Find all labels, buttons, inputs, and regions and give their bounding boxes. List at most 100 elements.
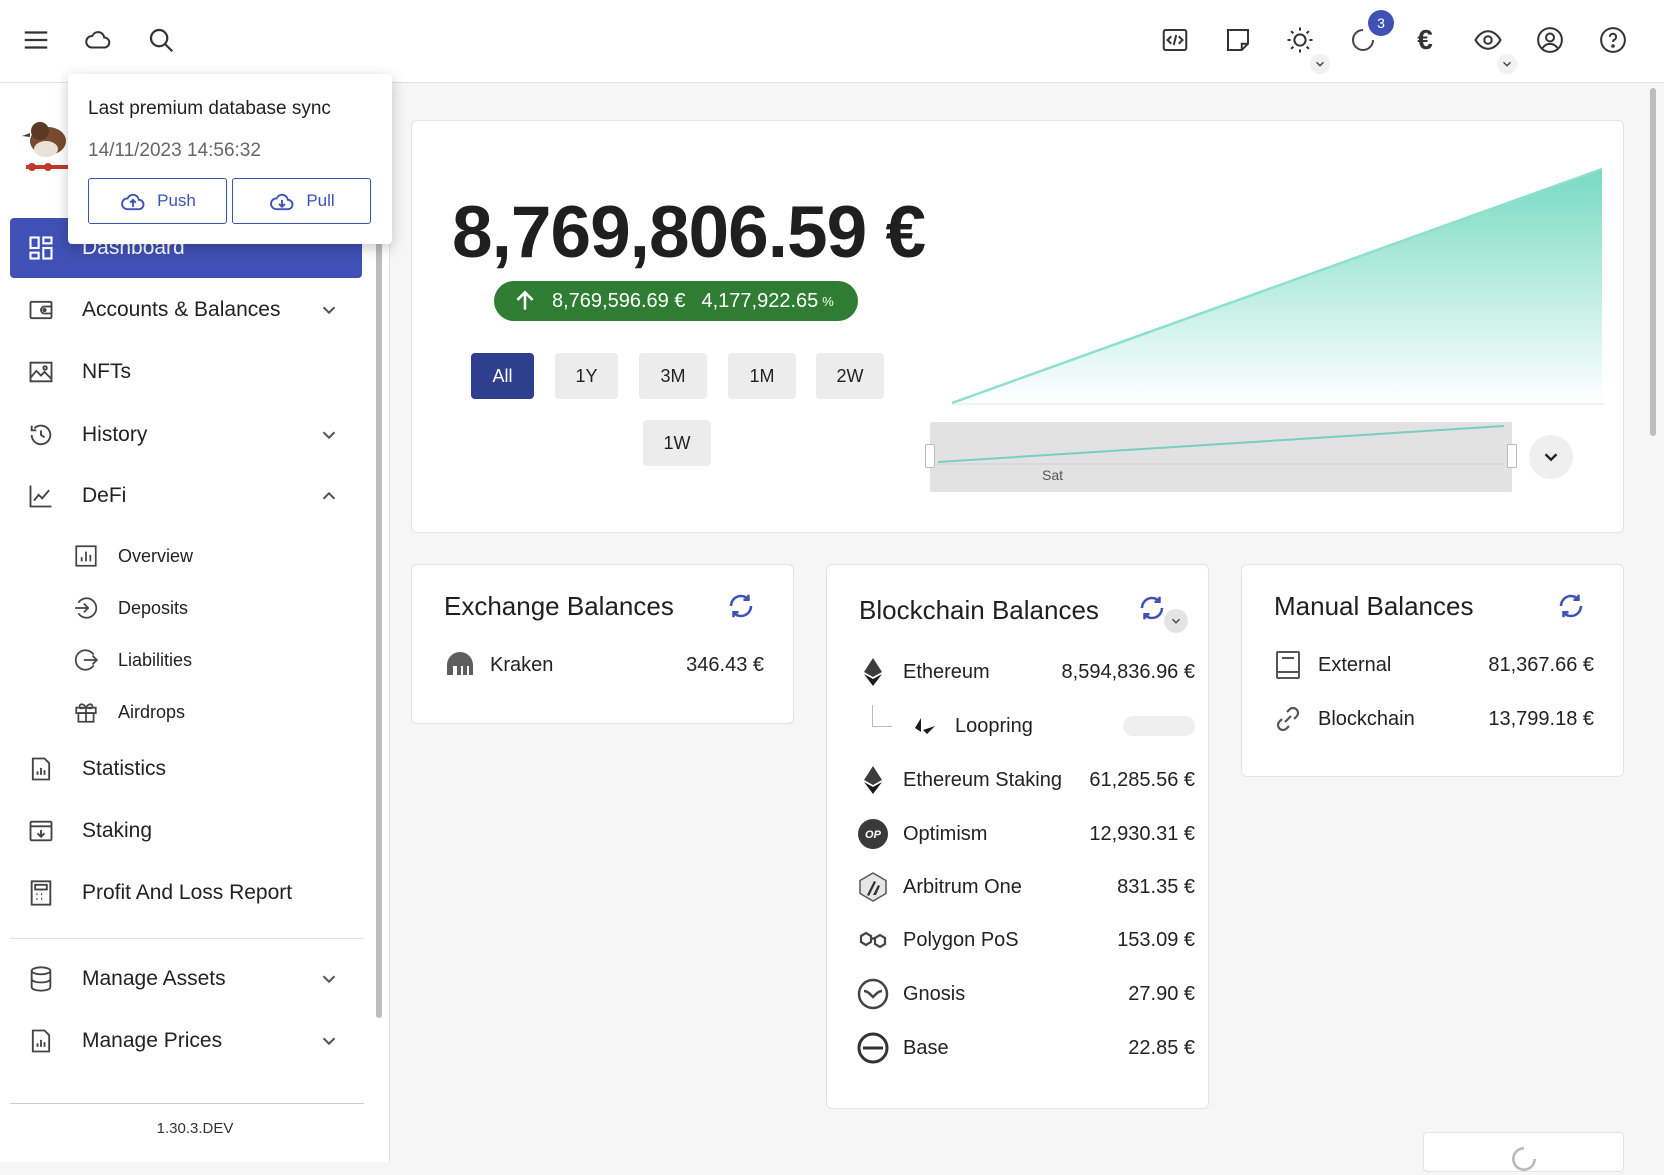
percent-sign: % bbox=[822, 293, 834, 309]
timeframe-1w[interactable]: 1W bbox=[643, 420, 711, 466]
blockchain-balances-card: Blockchain Balances Ethereum 8,594,836.9… bbox=[826, 564, 1209, 1109]
sidebar-item-label: DeFi bbox=[82, 484, 127, 507]
chain-value: 8,594,836.96 € bbox=[1061, 660, 1195, 683]
manual-balances-title: Manual Balances bbox=[1274, 591, 1474, 621]
chain-name: Ethereum bbox=[903, 660, 990, 683]
sidebar-scrollbar[interactable] bbox=[376, 178, 382, 1018]
ethereum-icon bbox=[855, 654, 891, 690]
sidebar-item-manage-assets[interactable]: Manage Assets bbox=[10, 949, 362, 1009]
sidebar-subitem-label: Deposits bbox=[118, 597, 189, 618]
search-icon[interactable] bbox=[143, 22, 179, 58]
svg-text:OP: OP bbox=[865, 829, 882, 841]
cloud-upload-icon bbox=[121, 193, 145, 211]
change-percent: 4,177,922.65 bbox=[701, 289, 819, 312]
sync-popup-title: Last premium database sync bbox=[88, 98, 331, 119]
arbitrum-icon bbox=[855, 869, 891, 905]
account-icon[interactable] bbox=[1532, 22, 1568, 58]
range-handle-left[interactable] bbox=[925, 444, 935, 468]
change-value: 8,769,596.69 € bbox=[552, 289, 686, 312]
sidebar-item-nfts[interactable]: NFTs bbox=[10, 342, 362, 402]
chain-name: Loopring bbox=[955, 714, 1033, 737]
help-icon[interactable] bbox=[1595, 22, 1631, 58]
blockchain-row-gnosis[interactable]: Gnosis 27.90 € bbox=[855, 974, 1195, 1014]
refresh-icon[interactable] bbox=[1556, 591, 1586, 621]
loading-card bbox=[1423, 1132, 1624, 1172]
sidebar-item-defi[interactable]: DeFi bbox=[10, 466, 362, 526]
main-scrollbar[interactable] bbox=[1650, 88, 1656, 436]
euro-icon[interactable]: € bbox=[1407, 22, 1443, 58]
sidebar-item-label: NFTs bbox=[82, 360, 131, 383]
blockchain-expand-chevron-icon[interactable] bbox=[1164, 609, 1188, 633]
theme-chevron-icon[interactable] bbox=[1310, 54, 1330, 74]
chart-line-icon bbox=[26, 481, 56, 511]
chain-value: 22.85 € bbox=[1128, 1036, 1195, 1059]
app-version: 1.30.3.DEV bbox=[156, 1120, 234, 1137]
sun-icon[interactable] bbox=[1282, 22, 1318, 58]
sync-popup-date: 14/11/2023 14:56:32 bbox=[88, 140, 261, 161]
blockchain-row-ethereum[interactable]: Ethereum 8,594,836.96 € bbox=[855, 652, 1195, 692]
sidebar-divider bbox=[10, 938, 364, 939]
sync-popup: Last premium database sync 14/11/2023 14… bbox=[68, 74, 392, 244]
chain-name: Polygon PoS bbox=[903, 928, 1019, 951]
sidebar-subitem-overview[interactable]: Overview bbox=[72, 534, 193, 578]
history-icon bbox=[26, 420, 56, 450]
note-icon[interactable] bbox=[1220, 22, 1256, 58]
app-logo[interactable] bbox=[18, 111, 74, 177]
blockchain-row-base[interactable]: Base 22.85 € bbox=[855, 1028, 1195, 1068]
exchange-name: Kraken bbox=[490, 653, 554, 676]
range-handle-right[interactable] bbox=[1507, 444, 1517, 468]
code-icon[interactable] bbox=[1157, 22, 1193, 58]
range-slider-preview bbox=[937, 425, 1505, 465]
sidebar-item-label: Manage Assets bbox=[82, 967, 226, 990]
manual-value: 81,367.66 € bbox=[1488, 653, 1594, 676]
exchange-balances-card: Exchange Balances Kraken 346.43 € bbox=[411, 564, 794, 724]
eye-icon[interactable] bbox=[1470, 22, 1506, 58]
menu-icon[interactable] bbox=[18, 22, 54, 58]
sidebar-subitem-liabilities[interactable]: Liabilities bbox=[72, 638, 192, 682]
manual-value: 13,799.18 € bbox=[1488, 707, 1594, 730]
arrow-up-icon bbox=[516, 290, 534, 310]
net-worth-chart bbox=[951, 167, 1604, 405]
privacy-chevron-icon[interactable] bbox=[1497, 54, 1517, 74]
exchange-value: 346.43 € bbox=[686, 653, 764, 676]
sidebar-subitem-deposits[interactable]: Deposits bbox=[72, 586, 188, 630]
blockchain-row-arbitrum[interactable]: Arbitrum One 831.35 € bbox=[855, 867, 1195, 907]
sidebar-item-statistics[interactable]: Statistics bbox=[10, 739, 362, 799]
exchange-balances-title: Exchange Balances bbox=[444, 591, 674, 621]
manual-row-external[interactable]: External 81,367.66 € bbox=[1270, 645, 1594, 685]
push-button[interactable]: Push bbox=[88, 178, 227, 224]
blockchain-row-ethereum-staking[interactable]: Ethereum Staking 61,285.56 € bbox=[855, 760, 1195, 800]
exchange-row-kraken[interactable]: Kraken 346.43 € bbox=[442, 645, 764, 685]
timeframe-3m[interactable]: 3M bbox=[639, 353, 707, 399]
top-bar: 3 € bbox=[0, 0, 1664, 83]
blockchain-row-polygon[interactable]: Polygon PoS 153.09 € bbox=[855, 920, 1195, 960]
timeframe-2w[interactable]: 2W bbox=[816, 353, 884, 399]
sidebar-item-profit-loss[interactable]: Profit And Loss Report bbox=[10, 863, 362, 923]
cloud-icon[interactable] bbox=[80, 22, 116, 58]
sidebar-item-history[interactable]: History bbox=[10, 405, 362, 465]
statistics-icon bbox=[26, 754, 56, 784]
sidebar-item-accounts[interactable]: Accounts & Balances bbox=[10, 280, 362, 340]
sidebar-item-staking[interactable]: Staking bbox=[10, 801, 362, 861]
sidebar-item-label: Manage Prices bbox=[82, 1029, 223, 1052]
blockchain-row-optimism[interactable]: OP Optimism 12,930.31 € bbox=[855, 814, 1195, 854]
pull-button[interactable]: Pull bbox=[232, 178, 371, 224]
sidebar-item-manage-prices[interactable]: Manage Prices bbox=[10, 1011, 362, 1071]
manual-row-blockchain[interactable]: Blockchain 13,799.18 € bbox=[1270, 699, 1594, 739]
refresh-icon[interactable] bbox=[1137, 593, 1167, 623]
wallet-icon bbox=[26, 295, 56, 325]
chart-expand-button[interactable] bbox=[1529, 435, 1573, 479]
sidebar-item-label: History bbox=[82, 423, 148, 446]
sidebar: Dashboard Accounts & Balances NFTs Histo… bbox=[0, 83, 390, 1162]
timeframe-all[interactable]: All bbox=[471, 353, 534, 399]
loopring-value-loading bbox=[1123, 716, 1195, 736]
timeframe-1m[interactable]: 1M bbox=[728, 353, 796, 399]
manual-balances-card: Manual Balances External 81,367.66 € Blo… bbox=[1241, 564, 1624, 777]
refresh-icon[interactable] bbox=[726, 591, 756, 621]
sidebar-item-label: Accounts & Balances bbox=[82, 298, 281, 321]
range-slider[interactable]: Sat bbox=[925, 422, 1517, 492]
chevron-down-icon bbox=[322, 1037, 336, 1046]
timeframe-1y[interactable]: 1Y bbox=[555, 353, 618, 399]
sidebar-subitem-airdrops[interactable]: Airdrops bbox=[72, 690, 185, 734]
blockchain-row-loopring[interactable]: Loopring bbox=[907, 706, 1195, 746]
